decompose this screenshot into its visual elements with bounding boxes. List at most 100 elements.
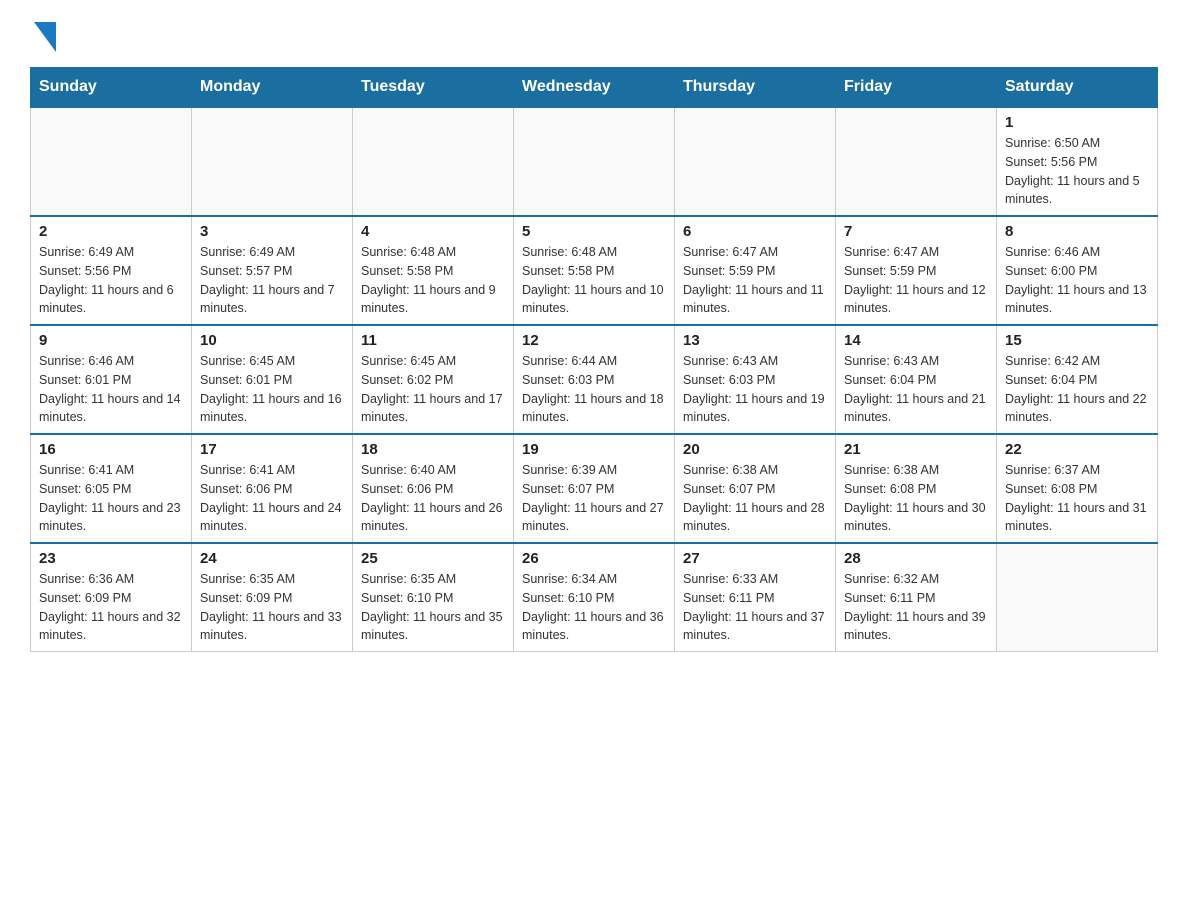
day-info: Sunrise: 6:35 AMSunset: 6:09 PMDaylight:…: [200, 570, 344, 645]
day-info: Sunrise: 6:35 AMSunset: 6:10 PMDaylight:…: [361, 570, 505, 645]
calendar-cell: 1 Sunrise: 6:50 AMSunset: 5:56 PMDaylight…: [997, 107, 1158, 216]
calendar-cell: 25 Sunrise: 6:35 AMSunset: 6:10 PMDayligh…: [353, 543, 514, 652]
calendar-cell: 18 Sunrise: 6:40 AMSunset: 6:06 PMDayligh…: [353, 434, 514, 543]
day-of-week-header: Monday: [192, 68, 353, 108]
day-info: Sunrise: 6:37 AMSunset: 6:08 PMDaylight:…: [1005, 461, 1149, 536]
day-number: 17: [200, 441, 344, 458]
page-header: [30, 20, 1158, 57]
day-number: 24: [200, 550, 344, 567]
day-number: 23: [39, 550, 183, 567]
calendar-cell: 13 Sunrise: 6:43 AMSunset: 6:03 PMDayligh…: [675, 325, 836, 434]
day-number: 10: [200, 332, 344, 349]
day-of-week-header: Friday: [836, 68, 997, 108]
day-number: 9: [39, 332, 183, 349]
calendar-cell: [675, 107, 836, 216]
calendar-cell: 23 Sunrise: 6:36 AMSunset: 6:09 PMDayligh…: [31, 543, 192, 652]
calendar-cell: 3 Sunrise: 6:49 AMSunset: 5:57 PMDaylight…: [192, 216, 353, 325]
calendar-cell: 2 Sunrise: 6:49 AMSunset: 5:56 PMDaylight…: [31, 216, 192, 325]
day-number: 20: [683, 441, 827, 458]
calendar-cell: 10 Sunrise: 6:45 AMSunset: 6:01 PMDayligh…: [192, 325, 353, 434]
calendar-cell: 12 Sunrise: 6:44 AMSunset: 6:03 PMDayligh…: [514, 325, 675, 434]
day-info: Sunrise: 6:45 AMSunset: 6:01 PMDaylight:…: [200, 352, 344, 427]
day-info: Sunrise: 6:38 AMSunset: 6:07 PMDaylight:…: [683, 461, 827, 536]
calendar-cell: 9 Sunrise: 6:46 AMSunset: 6:01 PMDaylight…: [31, 325, 192, 434]
day-info: Sunrise: 6:47 AMSunset: 5:59 PMDaylight:…: [683, 243, 827, 318]
calendar-cell: 22 Sunrise: 6:37 AMSunset: 6:08 PMDayligh…: [997, 434, 1158, 543]
calendar-week-row: 9 Sunrise: 6:46 AMSunset: 6:01 PMDaylight…: [31, 325, 1158, 434]
day-of-week-header: Tuesday: [353, 68, 514, 108]
day-number: 2: [39, 223, 183, 240]
day-number: 27: [683, 550, 827, 567]
calendar-cell: [31, 107, 192, 216]
day-number: 7: [844, 223, 988, 240]
calendar-week-row: 2 Sunrise: 6:49 AMSunset: 5:56 PMDaylight…: [31, 216, 1158, 325]
calendar-cell: 24 Sunrise: 6:35 AMSunset: 6:09 PMDayligh…: [192, 543, 353, 652]
calendar-cell: 21 Sunrise: 6:38 AMSunset: 6:08 PMDayligh…: [836, 434, 997, 543]
day-info: Sunrise: 6:49 AMSunset: 5:57 PMDaylight:…: [200, 243, 344, 318]
day-number: 8: [1005, 223, 1149, 240]
day-info: Sunrise: 6:41 AMSunset: 6:05 PMDaylight:…: [39, 461, 183, 536]
calendar-cell: 7 Sunrise: 6:47 AMSunset: 5:59 PMDaylight…: [836, 216, 997, 325]
day-info: Sunrise: 6:41 AMSunset: 6:06 PMDaylight:…: [200, 461, 344, 536]
day-number: 16: [39, 441, 183, 458]
day-number: 11: [361, 332, 505, 349]
calendar-cell: 26 Sunrise: 6:34 AMSunset: 6:10 PMDayligh…: [514, 543, 675, 652]
day-info: Sunrise: 6:49 AMSunset: 5:56 PMDaylight:…: [39, 243, 183, 318]
calendar-header-row: SundayMondayTuesdayWednesdayThursdayFrid…: [31, 68, 1158, 108]
day-number: 13: [683, 332, 827, 349]
calendar-cell: 8 Sunrise: 6:46 AMSunset: 6:00 PMDaylight…: [997, 216, 1158, 325]
day-number: 18: [361, 441, 505, 458]
calendar-cell: 20 Sunrise: 6:38 AMSunset: 6:07 PMDayligh…: [675, 434, 836, 543]
calendar-cell: 14 Sunrise: 6:43 AMSunset: 6:04 PMDayligh…: [836, 325, 997, 434]
day-number: 1: [1005, 114, 1149, 131]
day-number: 14: [844, 332, 988, 349]
calendar-cell: 28Sunrise: 6:32 AMSunset: 6:11 PMDayligh…: [836, 543, 997, 652]
calendar-week-row: 23 Sunrise: 6:36 AMSunset: 6:09 PMDayligh…: [31, 543, 1158, 652]
calendar-cell: [836, 107, 997, 216]
calendar-cell: 27 Sunrise: 6:33 AMSunset: 6:11 PMDayligh…: [675, 543, 836, 652]
day-of-week-header: Thursday: [675, 68, 836, 108]
calendar-cell: [353, 107, 514, 216]
day-info: Sunrise: 6:46 AMSunset: 6:01 PMDaylight:…: [39, 352, 183, 427]
day-number: 6: [683, 223, 827, 240]
day-info: Sunrise: 6:42 AMSunset: 6:04 PMDaylight:…: [1005, 352, 1149, 427]
day-of-week-header: Sunday: [31, 68, 192, 108]
calendar-cell: [514, 107, 675, 216]
day-number: 26: [522, 550, 666, 567]
day-number: 22: [1005, 441, 1149, 458]
calendar-cell: 11 Sunrise: 6:45 AMSunset: 6:02 PMDayligh…: [353, 325, 514, 434]
day-info: Sunrise: 6:47 AMSunset: 5:59 PMDaylight:…: [844, 243, 988, 318]
day-info: Sunrise: 6:48 AMSunset: 5:58 PMDaylight:…: [361, 243, 505, 318]
day-number: 5: [522, 223, 666, 240]
day-info: Sunrise: 6:46 AMSunset: 6:00 PMDaylight:…: [1005, 243, 1149, 318]
calendar-cell: 4 Sunrise: 6:48 AMSunset: 5:58 PMDaylight…: [353, 216, 514, 325]
day-number: 21: [844, 441, 988, 458]
day-number: 3: [200, 223, 344, 240]
calendar-cell: 5 Sunrise: 6:48 AMSunset: 5:58 PMDaylight…: [514, 216, 675, 325]
day-of-week-header: Saturday: [997, 68, 1158, 108]
day-number: 15: [1005, 332, 1149, 349]
day-info: Sunrise: 6:50 AMSunset: 5:56 PMDaylight:…: [1005, 134, 1149, 209]
calendar-cell: 6 Sunrise: 6:47 AMSunset: 5:59 PMDaylight…: [675, 216, 836, 325]
day-info: Sunrise: 6:45 AMSunset: 6:02 PMDaylight:…: [361, 352, 505, 427]
day-number: 4: [361, 223, 505, 240]
day-info: Sunrise: 6:43 AMSunset: 6:04 PMDaylight:…: [844, 352, 988, 427]
calendar-week-row: 16 Sunrise: 6:41 AMSunset: 6:05 PMDayligh…: [31, 434, 1158, 543]
day-number: 12: [522, 332, 666, 349]
day-info: Sunrise: 6:38 AMSunset: 6:08 PMDaylight:…: [844, 461, 988, 536]
calendar-cell: [997, 543, 1158, 652]
day-number: 25: [361, 550, 505, 567]
day-info: Sunrise: 6:39 AMSunset: 6:07 PMDaylight:…: [522, 461, 666, 536]
logo-triangle-icon: [34, 22, 56, 57]
calendar-cell: 16 Sunrise: 6:41 AMSunset: 6:05 PMDayligh…: [31, 434, 192, 543]
day-info: Sunrise: 6:34 AMSunset: 6:10 PMDaylight:…: [522, 570, 666, 645]
day-info: Sunrise: 6:40 AMSunset: 6:06 PMDaylight:…: [361, 461, 505, 536]
day-info: Sunrise: 6:44 AMSunset: 6:03 PMDaylight:…: [522, 352, 666, 427]
day-number: 28: [844, 550, 988, 567]
day-info: Sunrise: 6:48 AMSunset: 5:58 PMDaylight:…: [522, 243, 666, 318]
day-info: Sunrise: 6:33 AMSunset: 6:11 PMDaylight:…: [683, 570, 827, 645]
day-info: Sunrise: 6:43 AMSunset: 6:03 PMDaylight:…: [683, 352, 827, 427]
calendar-cell: 17 Sunrise: 6:41 AMSunset: 6:06 PMDayligh…: [192, 434, 353, 543]
calendar-table: SundayMondayTuesdayWednesdayThursdayFrid…: [30, 67, 1158, 652]
day-info: Sunrise: 6:36 AMSunset: 6:09 PMDaylight:…: [39, 570, 183, 645]
